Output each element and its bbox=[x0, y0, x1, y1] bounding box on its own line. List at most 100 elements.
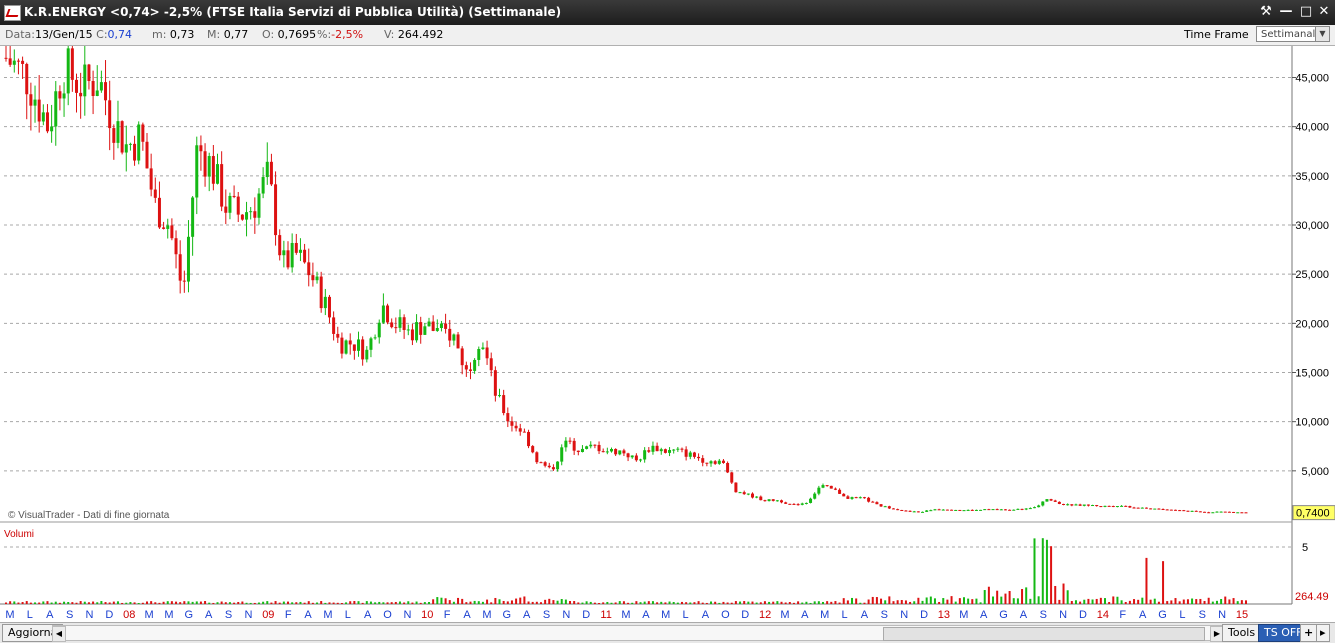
candle-body bbox=[257, 193, 261, 218]
candle-body bbox=[1165, 509, 1169, 511]
candle-body bbox=[1103, 505, 1107, 507]
time-tick-label: M bbox=[661, 609, 670, 621]
time-tick-label: A bbox=[463, 609, 471, 621]
volume-bar bbox=[718, 602, 721, 604]
last-price-label: 0,7400 bbox=[1296, 508, 1330, 520]
tools-wrench-icon[interactable]: ⚒ bbox=[1256, 3, 1276, 21]
chart-window: K.R.ENERGY <0,74> -2,5% (FTSE Italia Ser… bbox=[0, 0, 1335, 643]
candle-body bbox=[1124, 505, 1128, 507]
volume-bar bbox=[1000, 596, 1003, 604]
change-readout: %:-2,5% bbox=[317, 28, 363, 41]
change-value: -2,5% bbox=[331, 28, 364, 41]
candle-body bbox=[634, 455, 638, 461]
candle-body bbox=[62, 93, 66, 99]
candle-body bbox=[1028, 508, 1032, 510]
time-tick-label: M bbox=[482, 609, 491, 621]
candle-body bbox=[958, 509, 962, 511]
candle-body bbox=[697, 456, 701, 459]
candle-body bbox=[116, 121, 120, 143]
candle-body bbox=[771, 499, 775, 501]
volume-bar bbox=[386, 602, 389, 604]
volume-bar bbox=[1207, 597, 1210, 604]
volume-bar bbox=[971, 599, 974, 604]
volume-bar bbox=[328, 602, 331, 604]
candle-body bbox=[21, 60, 25, 64]
time-scrollbar[interactable]: ◀ ▶ bbox=[52, 625, 1224, 642]
candle-body bbox=[373, 337, 377, 339]
volume-bar bbox=[510, 600, 513, 604]
volume-bar bbox=[63, 601, 66, 604]
candle-body bbox=[643, 450, 647, 460]
open-label: O: bbox=[262, 28, 275, 41]
candle-body bbox=[580, 448, 584, 453]
candle-body bbox=[688, 452, 692, 457]
time-tick-label: 15 bbox=[1236, 609, 1248, 621]
candle-body bbox=[514, 425, 518, 429]
volume-bar bbox=[676, 602, 679, 604]
volume-bar bbox=[996, 590, 999, 604]
candle-body bbox=[858, 497, 862, 499]
time-tick-label: A bbox=[1020, 609, 1028, 621]
volume-bar bbox=[581, 602, 584, 604]
candle-body bbox=[639, 459, 643, 461]
candle-body bbox=[178, 254, 182, 281]
volume-bar bbox=[826, 601, 829, 604]
candle-body bbox=[249, 211, 253, 213]
scroll-thumb[interactable] bbox=[883, 627, 1205, 641]
candle-body bbox=[377, 322, 381, 338]
volume-bar bbox=[900, 600, 903, 604]
time-tick-label: A bbox=[523, 609, 531, 621]
time-tick-label: L bbox=[27, 609, 33, 621]
volume-bar bbox=[780, 601, 783, 604]
close-button[interactable]: ✕ bbox=[1314, 3, 1334, 21]
maximize-button[interactable]: □ bbox=[1296, 3, 1316, 21]
volume-bar bbox=[1004, 593, 1007, 604]
minimize-button[interactable]: — bbox=[1276, 3, 1296, 21]
candle-body bbox=[357, 339, 361, 351]
volume-bar bbox=[237, 601, 240, 604]
volume-bar bbox=[108, 602, 111, 604]
volume-bar bbox=[448, 600, 451, 604]
chevron-down-icon[interactable]: ▼ bbox=[1315, 27, 1329, 41]
candle-body bbox=[311, 275, 315, 281]
candle-body bbox=[1236, 512, 1240, 514]
candle-body bbox=[170, 225, 174, 239]
candle-body bbox=[1095, 505, 1099, 507]
tools-button[interactable]: Tools bbox=[1222, 624, 1262, 642]
volume-bar bbox=[739, 601, 742, 604]
volume-bar bbox=[805, 601, 808, 604]
volume-bar bbox=[544, 599, 547, 604]
time-tick-label: S bbox=[1199, 609, 1206, 621]
volume-bar bbox=[722, 601, 725, 604]
candle-body bbox=[684, 449, 688, 457]
volume-bar bbox=[403, 602, 406, 604]
volume-bar bbox=[270, 602, 273, 604]
volume-bar bbox=[1050, 546, 1053, 604]
timeframe-select[interactable]: Settimanale ▼ bbox=[1256, 26, 1330, 42]
volume-bar bbox=[1182, 599, 1185, 604]
scroll-left-icon[interactable]: ◀ bbox=[52, 626, 66, 642]
volume-bar bbox=[1149, 599, 1152, 604]
candle-body bbox=[282, 250, 286, 256]
price-chart[interactable]: 45,000 40,000 35,000 30,000 25,000 20,000 15,0… bbox=[0, 46, 1335, 622]
candle-body bbox=[1178, 510, 1182, 512]
volume-bar bbox=[589, 601, 592, 604]
volume-bar bbox=[340, 602, 343, 604]
volume-bar bbox=[17, 602, 20, 604]
time-tick-label: A bbox=[861, 609, 869, 621]
volume-bar bbox=[96, 602, 99, 604]
candle-body bbox=[236, 196, 240, 215]
volume-bar bbox=[374, 602, 377, 604]
volume-bar bbox=[100, 601, 103, 604]
candle-body bbox=[713, 461, 717, 464]
candle-body bbox=[1115, 506, 1119, 508]
candle-body bbox=[83, 64, 87, 97]
volume-bar bbox=[150, 601, 153, 604]
add-button[interactable]: + bbox=[1300, 624, 1318, 642]
candle-body bbox=[70, 48, 74, 80]
more-button[interactable]: ▸ bbox=[1316, 624, 1330, 642]
volume-bar bbox=[42, 601, 45, 604]
candle-body bbox=[269, 161, 273, 185]
time-tick-label: A bbox=[46, 609, 54, 621]
volume-bar bbox=[179, 602, 182, 604]
